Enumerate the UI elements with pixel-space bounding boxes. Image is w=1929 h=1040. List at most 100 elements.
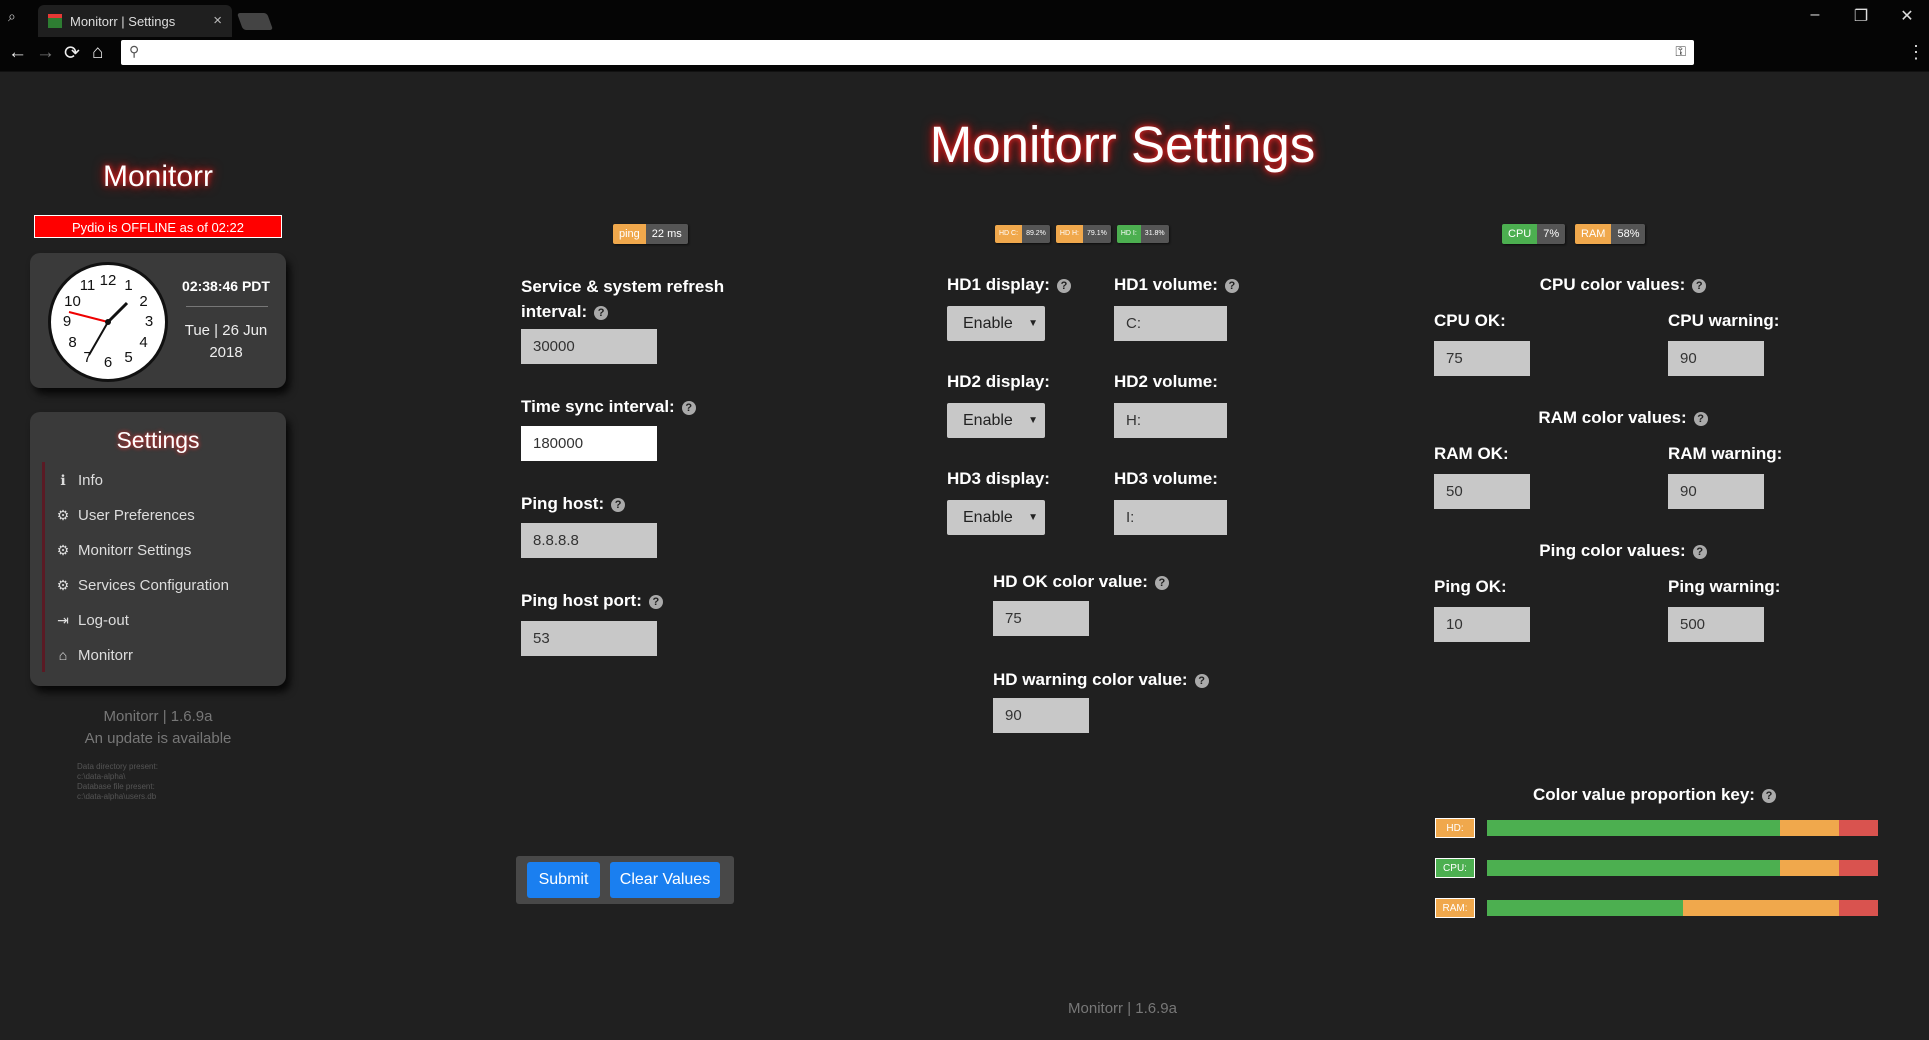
help-icon[interactable]: ? <box>1224 279 1239 293</box>
sidebar-item-log-out[interactable]: ⇥ Log-out <box>55 605 129 635</box>
hd-badge-value: 89.2% <box>1022 225 1050 243</box>
hd-volume-input[interactable]: I: <box>1114 500 1227 535</box>
hd-display-label-text: HD2 display: <box>947 372 1050 391</box>
clock-date: Tue | 26 Jun 2018 <box>184 322 268 361</box>
sidebar-item-label: Info <box>78 471 104 489</box>
ram-warning-label: RAM warning: <box>1668 444 1783 463</box>
hd-badge-value: 79.1% <box>1082 225 1111 243</box>
ram-badge: RAM 58% <box>1575 224 1646 244</box>
help-icon[interactable]: ? <box>1692 545 1707 559</box>
page-title: Monitorr Settings <box>929 116 1316 173</box>
hd-warning-input[interactable]: 90 <box>993 698 1089 733</box>
ping-color-title-text: Ping color values: <box>1539 541 1686 560</box>
analog-clock: 12 1 2 3 4 5 6 7 8 9 10 11 <box>48 262 168 382</box>
tiny-line: c:\data-alpha\ <box>77 772 126 781</box>
color-key-title-text: Color value proportion key: <box>1533 785 1755 804</box>
ping-port-input[interactable]: 53 <box>521 621 657 656</box>
ping-badge-value: 22 ms <box>645 224 688 244</box>
hd-display-value: Enable <box>963 509 1013 526</box>
close-window-button[interactable]: ✕ <box>1887 6 1927 26</box>
back-icon[interactable]: ← <box>8 42 27 64</box>
help-icon[interactable]: ? <box>1761 789 1776 803</box>
hd-display-select[interactable]: Enable ▼ <box>947 403 1045 438</box>
clear-values-button[interactable]: Clear Values <box>610 862 720 898</box>
hd-display-value: Enable <box>963 315 1013 332</box>
help-icon[interactable]: ? <box>1692 279 1707 293</box>
address-bar[interactable]: ⚲ ⚿ <box>121 40 1694 65</box>
ping-host-input[interactable]: 8.8.8.8 <box>521 523 657 558</box>
hd-volume-label-text: HD1 volume: <box>1114 275 1218 294</box>
sidebar-item-user-preferences[interactable]: ⚙ User Preferences <box>55 500 195 530</box>
key-label: CPU: <box>1435 858 1475 878</box>
key-icon[interactable]: ⚿ <box>1675 43 1686 60</box>
ram-badge-label: RAM <box>1575 224 1612 244</box>
key-label: RAM: <box>1435 898 1475 918</box>
key-bar-ok <box>1487 820 1781 836</box>
ping-host-label-text: Ping host: <box>521 494 605 513</box>
help-icon[interactable]: ? <box>594 306 609 320</box>
dropdown-arrow-icon: ▼ <box>1028 318 1038 329</box>
key-bar-ok <box>1487 900 1683 916</box>
time-sync-input[interactable]: 180000 <box>521 426 657 461</box>
ping-ok-input[interactable]: 10 <box>1434 607 1530 642</box>
refresh-interval-label: Service & system refresh interval:? <box>521 274 751 324</box>
help-icon[interactable]: ? <box>648 595 663 609</box>
key-bar-critical <box>1838 820 1878 836</box>
tab-search-icon[interactable]: ⌕ <box>8 8 16 25</box>
ram-warning-input[interactable]: 90 <box>1668 474 1764 509</box>
cpu-color-title-text: CPU color values: <box>1539 275 1686 294</box>
browser-tab[interactable]: Monitorr | Settings × <box>38 5 232 37</box>
cpu-warning-input[interactable]: 90 <box>1668 341 1764 376</box>
ping-badge-label: ping <box>613 224 646 244</box>
hd-volume-input[interactable]: C: <box>1114 306 1227 341</box>
help-icon[interactable]: ? <box>681 401 696 415</box>
refresh-interval-input[interactable]: 30000 <box>521 329 657 364</box>
hd-ok-input[interactable]: 75 <box>993 601 1089 636</box>
hd-volume-input[interactable]: H: <box>1114 403 1227 438</box>
sidebar-item-info[interactable]: ℹ Info <box>55 465 103 495</box>
new-tab-button[interactable] <box>236 13 274 30</box>
sidebar-item-label: Monitorr <box>78 646 134 664</box>
hd-display-label: HD3 display: <box>947 469 1050 489</box>
help-icon[interactable]: ? <box>1693 412 1708 426</box>
sidebar-item-monitorr[interactable]: ⌂ Monitorr <box>55 640 133 670</box>
cpu-ok-input[interactable]: 75 <box>1434 341 1530 376</box>
hd-display-select[interactable]: Enable ▼ <box>947 500 1045 535</box>
help-icon[interactable]: ? <box>1154 576 1169 590</box>
hd-ok-label-text: HD OK color value: <box>993 572 1148 591</box>
restore-button[interactable]: ❐ <box>1841 6 1881 26</box>
reload-icon[interactable]: ⟳ <box>64 42 80 65</box>
hd-display-select[interactable]: Enable ▼ <box>947 306 1045 341</box>
key-bar-critical <box>1838 900 1878 916</box>
menu-icon: ℹ <box>60 471 66 488</box>
ping-host-label: Ping host:? <box>521 494 626 514</box>
help-icon[interactable]: ? <box>1194 674 1209 688</box>
cpu-badge: CPU 7% <box>1502 224 1566 244</box>
clock-divider <box>186 306 268 307</box>
tab-title: Monitorr | Settings <box>70 13 176 29</box>
data-directory-info: Data directory present: c:\data-alpha\ D… <box>77 762 158 802</box>
ping-warning-input[interactable]: 500 <box>1668 607 1764 642</box>
update-link[interactable]: An update is available <box>30 728 286 750</box>
cpu-color-title: CPU color values:? <box>1433 275 1813 295</box>
help-icon[interactable]: ? <box>611 498 626 512</box>
ping-port-label-text: Ping host port: <box>521 591 642 610</box>
ram-ok-input[interactable]: 50 <box>1434 474 1530 509</box>
key-bar-ok <box>1487 860 1781 876</box>
forward-icon[interactable]: → <box>36 42 55 64</box>
ping-badge: ping 22 ms <box>613 224 688 244</box>
tab-close-icon[interactable]: × <box>213 12 222 29</box>
menu-accent-bar <box>42 462 45 672</box>
browser-menu-icon[interactable]: ⋮ <box>1907 42 1925 63</box>
sidebar-item-monitorr-settings[interactable]: ⚙ Monitorr Settings <box>55 535 192 565</box>
minimize-button[interactable]: – <box>1795 6 1835 24</box>
ping-ok-label: Ping OK: <box>1434 577 1507 596</box>
submit-button[interactable]: Submit <box>527 862 600 898</box>
sidebar-item-services-configuration[interactable]: ⚙ Services Configuration <box>55 570 229 600</box>
hd-volume-label: HD2 volume: <box>1114 372 1218 392</box>
cpu-warning-label: CPU warning: <box>1668 311 1780 330</box>
help-icon[interactable]: ? <box>1056 279 1071 293</box>
hd-display-label-text: HD1 display: <box>947 275 1050 294</box>
home-icon[interactable]: ⌂ <box>92 42 103 64</box>
hd-volume-label-text: HD2 volume: <box>1114 372 1218 391</box>
